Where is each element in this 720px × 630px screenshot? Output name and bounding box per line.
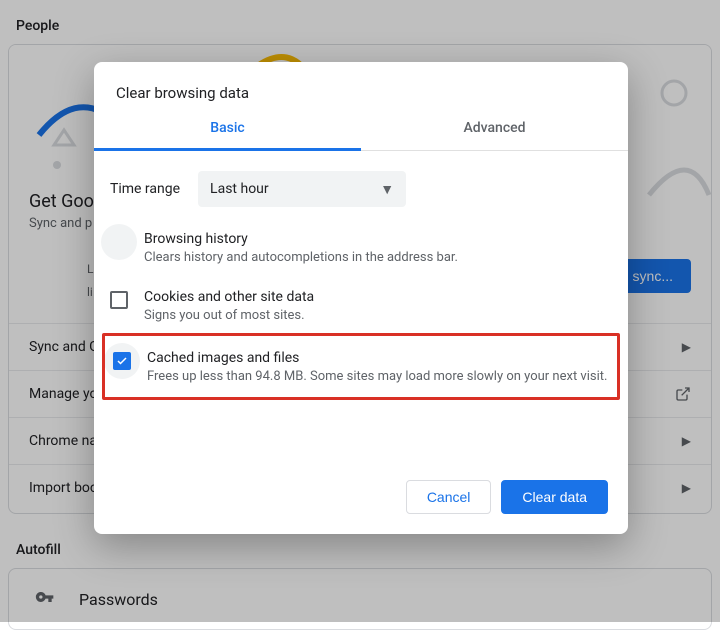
option-title: Cached images and files: [147, 350, 607, 366]
clear-data-button[interactable]: Clear data: [501, 480, 608, 514]
clear-browsing-data-dialog: Clear browsing data Basic Advanced Time …: [94, 62, 628, 534]
checkbox-browsing-history[interactable]: [110, 233, 128, 251]
option-cookies[interactable]: Cookies and other site data Signs you ou…: [110, 279, 612, 337]
option-title: Browsing history: [144, 231, 458, 247]
time-range-select[interactable]: Last hour ▼: [198, 171, 406, 207]
tab-basic[interactable]: Basic: [94, 120, 361, 151]
option-title: Cookies and other site data: [144, 289, 314, 305]
option-desc: Signs you out of most sites.: [144, 307, 314, 325]
option-desc: Clears history and autocompletions in th…: [144, 249, 458, 267]
option-cached[interactable]: Cached images and files Frees up less th…: [113, 340, 609, 392]
time-range-value: Last hour: [210, 181, 269, 197]
option-desc: Frees up less than 94.8 MB. Some sites m…: [147, 368, 607, 386]
option-browsing-history[interactable]: Browsing history Clears history and auto…: [110, 221, 612, 279]
cancel-button[interactable]: Cancel: [406, 480, 492, 514]
highlight-box: Cached images and files Frees up less th…: [102, 333, 620, 399]
time-range-label: Time range: [110, 181, 180, 197]
caret-down-icon: ▼: [380, 181, 394, 198]
tab-advanced[interactable]: Advanced: [361, 120, 628, 150]
checkbox-cookies[interactable]: [110, 291, 128, 309]
dialog-title: Clear browsing data: [94, 62, 628, 120]
checkbox-cached[interactable]: [113, 352, 131, 370]
